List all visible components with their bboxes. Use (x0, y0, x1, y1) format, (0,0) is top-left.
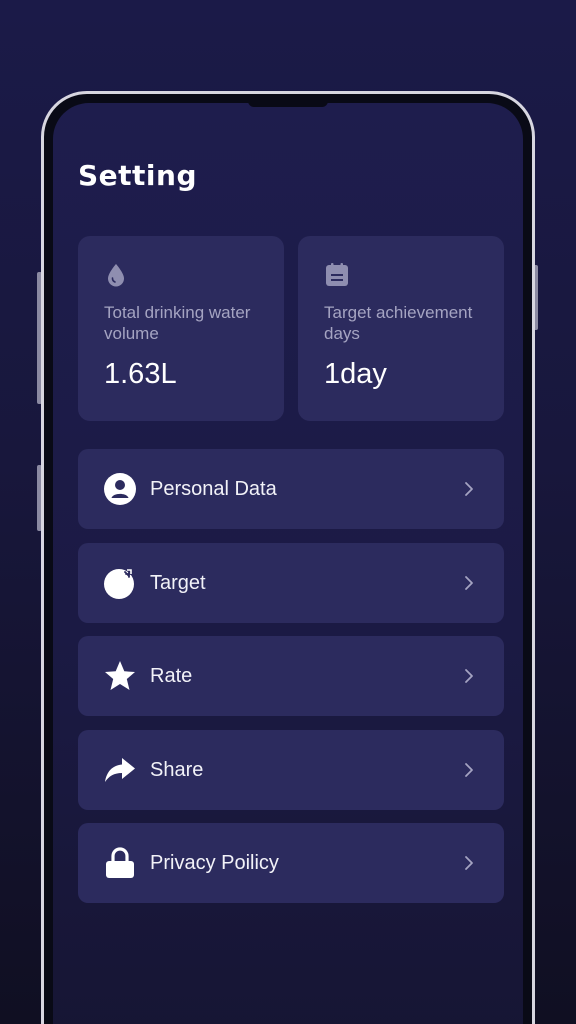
water-drop-icon (104, 262, 128, 288)
star-icon (103, 659, 137, 693)
target-icon (103, 566, 137, 600)
menu-item-share[interactable]: Share (78, 730, 504, 810)
notch (248, 103, 328, 107)
chevron-right-icon (462, 667, 476, 685)
page-title: Setting (78, 159, 197, 192)
menu-label: Privacy Poilicy (150, 851, 279, 874)
menu-item-personal-data[interactable]: Personal Data (78, 449, 504, 529)
menu-item-privacy-policy[interactable]: Privacy Poilicy (78, 823, 504, 903)
chevron-right-icon (462, 854, 476, 872)
stat-card-water-volume: Total drinking water volume 1.63L (78, 236, 284, 421)
user-icon (103, 472, 137, 506)
stat-value: 1.63L (104, 358, 177, 390)
lock-icon (103, 846, 137, 880)
stat-label: Target achievement days (324, 303, 473, 343)
menu-item-target[interactable]: Target (78, 543, 504, 623)
chevron-right-icon (462, 761, 476, 779)
stat-card-achievement-days: Target achievement days 1day (298, 236, 504, 421)
phone-frame: Setting Total drinking water volume 1.63… (41, 91, 535, 1024)
app-screen: Setting Total drinking water volume 1.63… (53, 103, 523, 1024)
chevron-right-icon (462, 574, 476, 592)
chevron-right-icon (462, 480, 476, 498)
stat-label: Total drinking water volume (104, 303, 251, 343)
calendar-icon (324, 262, 348, 288)
menu-label: Target (150, 571, 206, 594)
stat-value: 1day (324, 358, 387, 390)
menu-label: Rate (150, 664, 193, 687)
menu-label: Share (150, 758, 204, 781)
menu-label: Personal Data (150, 477, 277, 500)
menu-item-rate[interactable]: Rate (78, 636, 504, 716)
share-arrow-icon (103, 753, 137, 787)
